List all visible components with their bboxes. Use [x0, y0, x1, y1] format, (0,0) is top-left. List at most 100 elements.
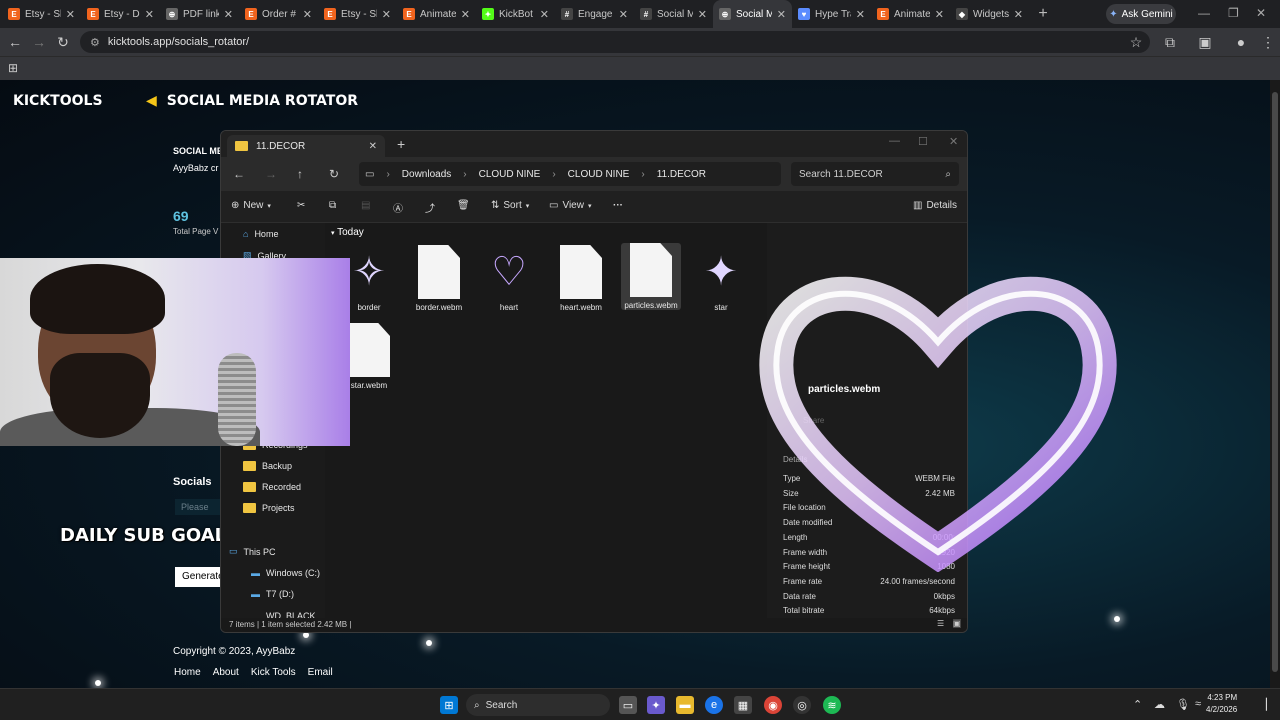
nav-item[interactable]: ▬ T7 (D:) — [251, 589, 294, 599]
close-tab-icon[interactable]: ✕ — [540, 8, 549, 21]
monitor-icon[interactable]: ▭ — [365, 169, 374, 180]
breadcrumb-item[interactable]: 11.DECOR — [657, 169, 706, 180]
task-view-icon[interactable]: ▭ — [619, 696, 637, 714]
browser-tab[interactable]: ⊕ PDF link ✕ — [160, 0, 239, 28]
back-icon[interactable]: ← — [233, 167, 245, 181]
page-scrollbar[interactable] — [1270, 80, 1280, 689]
taskbar-search[interactable]: ⌕ Search — [466, 694, 610, 716]
file-item[interactable]: ✦ star — [691, 245, 751, 312]
refresh-icon[interactable]: ↻ — [329, 167, 339, 181]
tiles-view-icon[interactable]: ▣ — [953, 619, 961, 628]
browser-tab[interactable]: # Social M ✕ — [634, 0, 713, 28]
nav-item[interactable]: ▬ Windows (C:) — [251, 568, 320, 578]
share-icon[interactable]: ⤴ — [425, 200, 435, 215]
address-bar[interactable]: ⚙ kicktools.app/socials_rotator/ — [80, 31, 1150, 53]
obs-icon[interactable]: ◎ — [793, 696, 811, 714]
up-icon[interactable]: ↑ — [297, 167, 303, 181]
file-item[interactable]: border.webm — [409, 245, 469, 312]
file-item[interactable]: ♡ heart — [479, 245, 539, 312]
close-tab-icon[interactable]: ✕ — [145, 8, 154, 21]
nav-item[interactable]: ▭ This PC — [229, 546, 276, 557]
nav-item[interactable]: Projects — [243, 503, 295, 513]
close-tab-icon[interactable]: ✕ — [856, 8, 865, 21]
more-icon[interactable]: ··· — [613, 200, 623, 211]
file-explorer-icon[interactable]: ▬ — [676, 696, 694, 714]
close-tab-icon[interactable]: ✕ — [382, 8, 391, 21]
close-tab-icon[interactable]: ✕ — [461, 8, 470, 21]
new-tab-icon[interactable]: + — [1029, 5, 1057, 23]
ask-gemini-button[interactable]: ✦ Ask Gemini — [1106, 4, 1176, 24]
spotify-icon[interactable]: ≋ — [823, 696, 841, 714]
footer-link[interactable]: Kick Tools — [251, 667, 296, 678]
menu-icon[interactable]: ⋮ — [1256, 34, 1280, 51]
footer-link[interactable]: Home — [174, 667, 201, 678]
breadcrumb-item[interactable]: CLOUD NINE — [479, 169, 541, 180]
nav-item[interactable]: ⌂ Home — [243, 229, 278, 239]
share-link[interactable]: Share — [803, 416, 824, 425]
breadcrumb-item[interactable]: CLOUD NINE — [568, 169, 630, 180]
wifi-icon[interactable]: ≈ — [1195, 698, 1201, 710]
browser-tab[interactable]: E Etsy - Sh ✕ — [318, 0, 397, 28]
close-tab-icon[interactable]: ✕ — [66, 8, 75, 21]
close-tab-icon[interactable]: ✕ — [303, 8, 312, 21]
cut-icon[interactable]: ✂ — [297, 200, 305, 211]
socials-input[interactable]: Please — [175, 499, 221, 515]
details-button[interactable]: ▥ Details — [913, 200, 957, 211]
start-icon[interactable]: ⊞ — [440, 696, 458, 714]
browser-tab[interactable]: E Animate ✕ — [397, 0, 476, 28]
file-item[interactable]: particles.webm — [621, 243, 681, 310]
profile-avatar-icon[interactable]: ● — [1229, 34, 1253, 50]
apps-grid-icon[interactable]: ⊞ — [8, 61, 18, 75]
minimize-icon[interactable]: — — [1198, 6, 1210, 20]
store-icon[interactable]: ▦ — [734, 696, 752, 714]
browser-tab[interactable]: ◆ Widgets ✕ — [950, 0, 1029, 28]
sort-button[interactable]: ⇅ Sort ▾ — [491, 200, 529, 211]
close-tab-icon[interactable]: ✕ — [935, 8, 944, 21]
close-tab-icon[interactable]: ✕ — [369, 141, 377, 152]
search-input[interactable]: Search 11.DECOR ⌕ — [791, 162, 959, 186]
footer-link[interactable]: About — [213, 667, 239, 678]
chevron-up-icon[interactable]: ⌃ — [1133, 698, 1142, 711]
browser-tab[interactable]: E Animate ✕ — [871, 0, 950, 28]
cloud-icon[interactable]: ☁ — [1154, 698, 1165, 711]
sidepanel-icon[interactable]: ▣ — [1193, 34, 1217, 51]
site-brand[interactable]: KICKTOOLS — [13, 93, 103, 109]
close-icon[interactable]: ✕ — [949, 135, 958, 148]
reload-icon[interactable]: ↻ — [51, 34, 75, 51]
chrome-icon[interactable]: ◉ — [764, 696, 782, 714]
close-tab-icon[interactable]: ✕ — [224, 8, 233, 21]
close-tab-icon[interactable]: ✕ — [777, 8, 786, 21]
browser-tab[interactable]: ♥ Hype Tra ✕ — [792, 0, 871, 28]
extensions-icon[interactable]: ⧉ — [1158, 34, 1182, 51]
explorer-tab[interactable]: 11.DECOR ✕ — [227, 135, 385, 157]
nav-item[interactable]: Recorded — [243, 482, 301, 492]
browser-tab[interactable]: ⊕ Social M ✕ — [713, 0, 792, 28]
forward-icon[interactable]: → — [27, 34, 51, 50]
file-item[interactable]: heart.webm — [551, 245, 611, 312]
new-tab-icon[interactable]: + — [397, 136, 405, 152]
mic-icon[interactable]: 🎙 — [1176, 698, 1190, 711]
close-icon[interactable]: ✕ — [1256, 6, 1266, 20]
browser-tab[interactable]: ✦ KickBot ✕ — [476, 0, 555, 28]
generate-button[interactable]: Generate — [175, 567, 223, 587]
browser-tab[interactable]: E Etsy - Sh ✕ — [2, 0, 81, 28]
close-tab-icon[interactable]: ✕ — [619, 8, 628, 21]
group-label[interactable]: ▾ Today — [331, 227, 364, 238]
details-view-icon[interactable]: ☰ — [937, 619, 944, 628]
site-info-icon[interactable]: ⚙ — [90, 36, 100, 49]
back-icon[interactable]: ← — [3, 34, 27, 50]
notifications-icon[interactable]: ▏ — [1266, 698, 1274, 711]
minimize-icon[interactable]: — — [889, 135, 900, 147]
nav-item[interactable]: Backup — [243, 461, 292, 471]
rename-icon[interactable]: Ⓐ — [393, 200, 403, 215]
close-tab-icon[interactable]: ✕ — [1014, 8, 1023, 21]
view-button[interactable]: ▭ View ▾ — [549, 200, 591, 211]
maximize-icon[interactable]: ☐ — [918, 135, 928, 148]
breadcrumb[interactable]: ▭ › Downloads › CLOUD NINE › CLOUD NINE › 11.DE… — [359, 162, 781, 186]
paste-icon[interactable]: ▤ — [361, 200, 370, 211]
new-button[interactable]: ⊕ New ▾ — [231, 200, 271, 211]
scrollbar-thumb[interactable] — [1272, 92, 1278, 672]
bookmark-star-icon[interactable]: ☆ — [1124, 34, 1148, 51]
maximize-icon[interactable]: ❐ — [1228, 6, 1239, 20]
browser-tab[interactable]: E Order # ✕ — [239, 0, 318, 28]
